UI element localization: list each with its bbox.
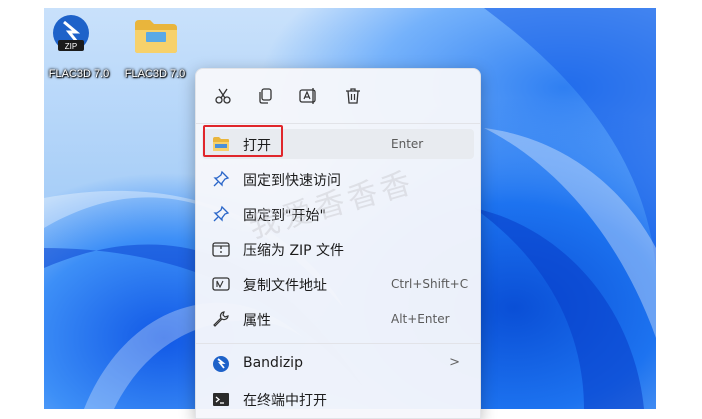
menu-item-label: 属性 bbox=[243, 313, 271, 329]
delete-button[interactable] bbox=[340, 83, 366, 109]
menu-divider bbox=[196, 123, 480, 124]
copy-button[interactable] bbox=[252, 83, 278, 109]
desktop-icon-label: FLAC3D 7.0 bbox=[48, 68, 110, 80]
menu-item-label: 在终端中打开 bbox=[243, 393, 327, 409]
highlight-annotation-box bbox=[203, 125, 283, 157]
wrench-icon bbox=[213, 311, 229, 327]
terminal-icon bbox=[213, 393, 229, 406]
pin-icon bbox=[213, 170, 230, 187]
context-menu-toolbar bbox=[196, 69, 480, 123]
pin-icon bbox=[213, 205, 230, 222]
bandizip-icon bbox=[213, 356, 229, 372]
menu-item-shortcut: Ctrl+Shift+C bbox=[391, 277, 469, 291]
menu-item-shortcut: Alt+Enter bbox=[391, 312, 450, 326]
context-menu: 打开 Enter 固定到快速访问 固定到"开始" 压缩为 ZIP 文件 复制文件… bbox=[195, 68, 481, 419]
menu-item-compress-zip[interactable]: 压缩为 ZIP 文件 bbox=[202, 234, 474, 264]
folder-icon bbox=[135, 20, 177, 53]
trash-icon bbox=[346, 88, 360, 104]
menu-item-bandizip[interactable]: Bandizip > bbox=[202, 349, 474, 379]
menu-item-label: 复制文件地址 bbox=[243, 278, 327, 294]
zip-file-icon: ZIP bbox=[53, 15, 89, 51]
svg-text:ZIP: ZIP bbox=[65, 42, 77, 51]
rename-icon bbox=[299, 88, 316, 104]
menu-item-label: Bandizip bbox=[243, 355, 303, 371]
menu-item-properties[interactable]: 属性 Alt+Enter bbox=[202, 304, 474, 334]
menu-item-open-terminal[interactable]: 在终端中打开 bbox=[202, 384, 474, 414]
menu-item-shortcut: Enter bbox=[391, 137, 424, 151]
copy-icon bbox=[259, 88, 272, 104]
desktop-icon-label: FLAC3D 7.0 bbox=[124, 68, 186, 80]
scissors-icon bbox=[215, 88, 231, 104]
menu-divider bbox=[196, 343, 480, 344]
cut-button[interactable] bbox=[210, 83, 236, 109]
zip-archive-icon bbox=[212, 242, 230, 257]
chevron-right-icon: > bbox=[449, 355, 460, 370]
menu-item-copy-path[interactable]: 复制文件地址 Ctrl+Shift+C bbox=[202, 269, 474, 299]
copy-path-icon bbox=[212, 277, 230, 291]
rename-button[interactable] bbox=[296, 83, 322, 109]
